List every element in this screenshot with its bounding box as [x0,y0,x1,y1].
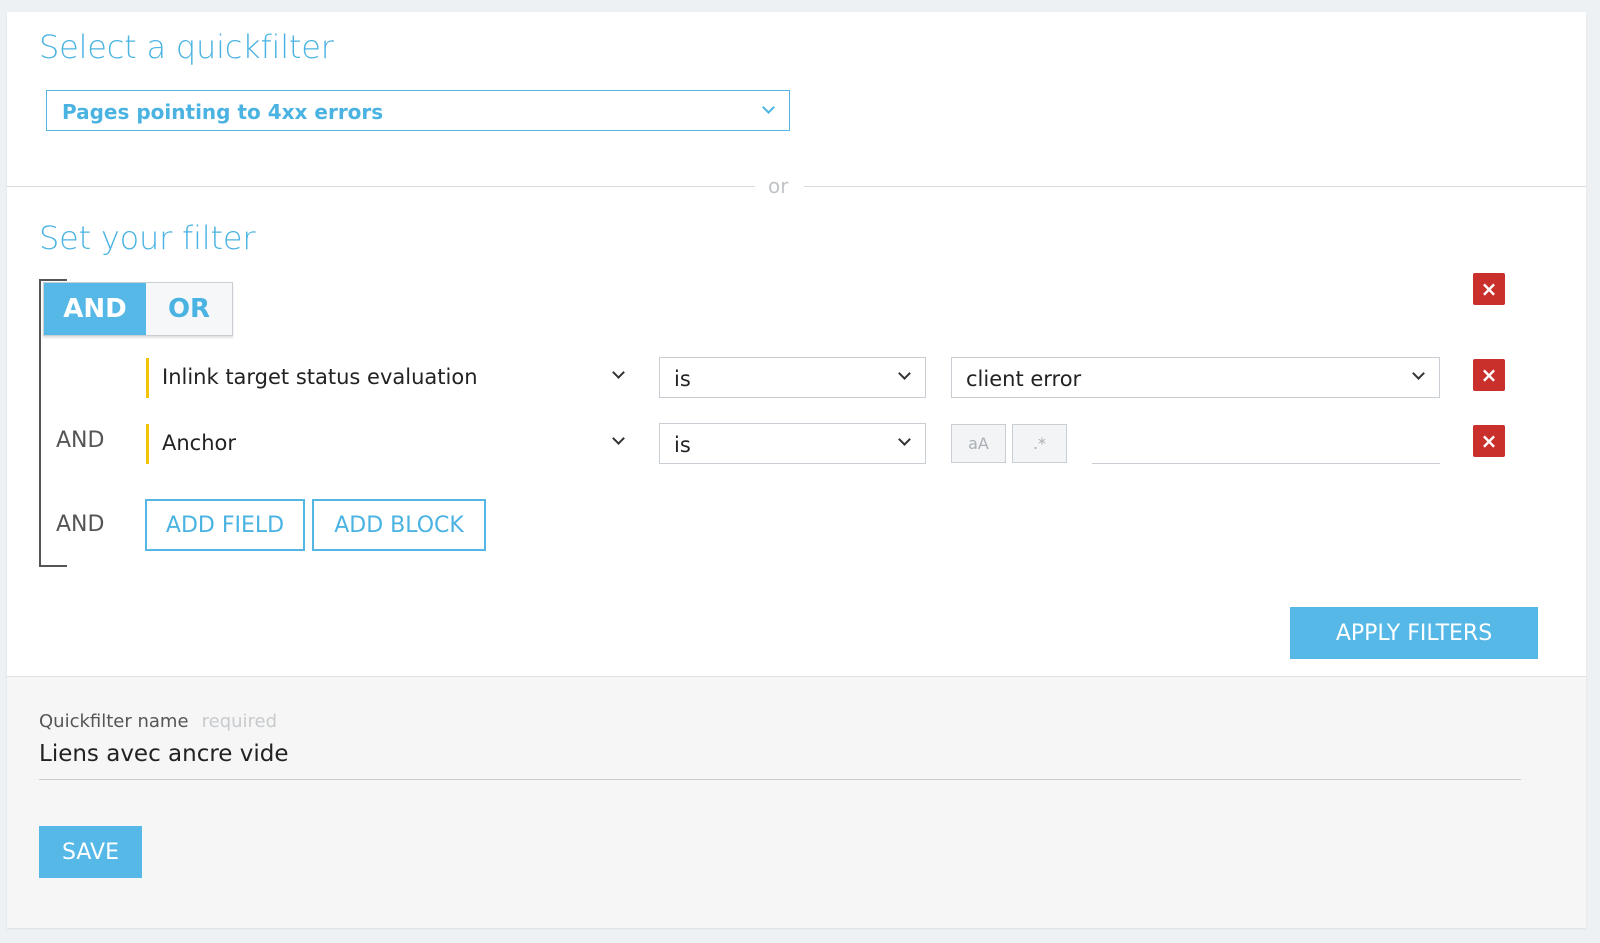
divider-right [804,186,1586,187]
and-or-toggle[interactable]: AND OR [43,282,233,336]
field-select-2[interactable]: Anchor [153,424,631,464]
required-hint: required [201,711,278,732]
quickfilter-title: Select a quickfilter [39,28,334,66]
quickfilter-name-value: Liens avec ancre vide [39,741,289,767]
quickfilter-name-input[interactable]: Liens avec ancre vide [39,737,1521,780]
regex-toggle[interactable]: .* [1012,424,1067,463]
value-select-1[interactable]: client error [951,357,1440,398]
close-icon: × [1480,363,1498,387]
add-block-button[interactable]: ADD BLOCK [312,499,486,551]
quickfilter-selected-value: Pages pointing to 4xx errors [62,100,384,124]
chevron-down-icon [1412,367,1425,380]
field-select-1[interactable]: Inlink target status evaluation [153,358,631,398]
operator-select-2[interactable]: is [659,423,926,464]
quickfilter-select[interactable]: Pages pointing to 4xx errors [46,90,790,131]
close-icon: × [1480,277,1498,301]
apply-filters-button[interactable]: APPLY FILTERS [1290,607,1538,659]
field-marker [146,358,149,398]
filter-title: Set your filter [39,219,256,257]
save-button[interactable]: SAVE [39,826,142,878]
value-input-2[interactable] [1092,423,1440,464]
chevron-down-icon [898,367,911,380]
chevron-down-icon [612,366,625,379]
remove-row-2-button[interactable]: × [1473,425,1505,457]
actions-connector: AND [56,512,105,537]
save-section: Quickfilter name required Liens avec anc… [7,676,1586,928]
chevron-down-icon [898,433,911,446]
chevron-down-icon [762,101,775,114]
operator-select-1-value: is [674,367,691,391]
or-separator: or [768,174,789,198]
case-sensitive-toggle[interactable]: aA [951,424,1006,463]
toggle-and-button[interactable]: AND [44,283,146,335]
remove-row-1-button[interactable]: × [1473,359,1505,391]
add-field-button[interactable]: ADD FIELD [145,499,305,551]
divider-left [7,186,755,187]
value-select-1-value: client error [966,367,1082,391]
quickfilter-name-label: Quickfilter name [39,711,189,732]
toggle-or-button[interactable]: OR [146,283,232,335]
filter-panel: Select a quickfilter Pages pointing to 4… [7,12,1586,928]
close-icon: × [1480,429,1498,453]
row-2-connector: AND [56,428,105,453]
field-select-1-value: Inlink target status evaluation [162,365,478,389]
chevron-down-icon [612,432,625,445]
operator-select-2-value: is [674,433,691,457]
field-marker [146,424,149,464]
field-select-2-value: Anchor [162,431,237,455]
operator-select-1[interactable]: is [659,357,926,398]
quickfilter-name-label-group: Quickfilter name required [39,711,277,732]
remove-block-button[interactable]: × [1473,273,1505,305]
